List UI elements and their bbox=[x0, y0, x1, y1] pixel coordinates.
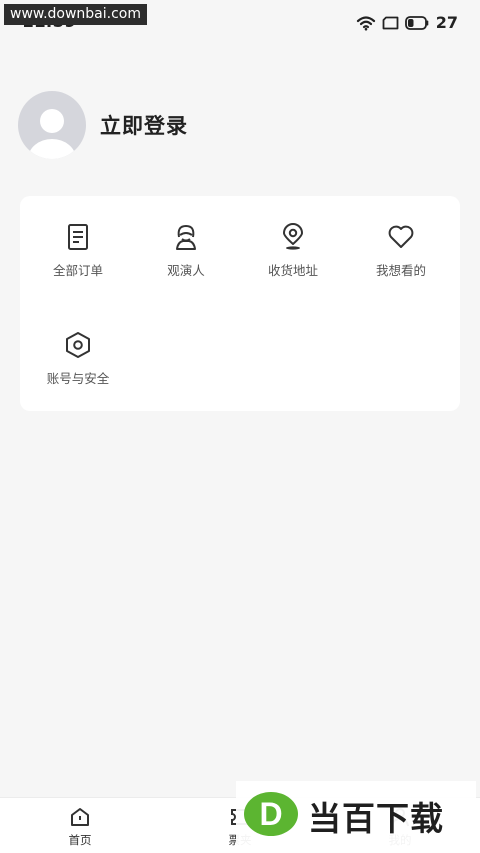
default-avatar-icon bbox=[28, 109, 76, 159]
watermark-overlay: D 当百下载 bbox=[236, 781, 476, 851]
menu-item-audience[interactable]: 观演人 bbox=[131, 196, 241, 286]
location-pin-icon bbox=[281, 222, 305, 252]
watermark-text: 当百下载 bbox=[308, 799, 444, 838]
menu-item-label: 观演人 bbox=[167, 263, 205, 278]
svg-text:D: D bbox=[259, 796, 282, 832]
sim-card-icon bbox=[382, 16, 399, 30]
battery-icon bbox=[404, 15, 429, 30]
watermark-logo-icon: D bbox=[242, 789, 300, 843]
menu-item-label: 收货地址 bbox=[267, 263, 318, 278]
tab-home[interactable]: 首页 bbox=[20, 798, 140, 853]
document-icon bbox=[67, 222, 89, 252]
menu-item-label: 全部订单 bbox=[52, 263, 103, 278]
menu-card: 全部订单 观演人 收货地址 我想看的 账号与安全 bbox=[20, 196, 460, 411]
status-icons: 27 bbox=[356, 13, 458, 32]
heart-icon bbox=[387, 222, 415, 252]
battery-level: 27 bbox=[435, 13, 458, 32]
login-header[interactable]: 立即登录 bbox=[18, 91, 188, 159]
status-bar: 11:59 www.downbai.com 27 bbox=[0, 0, 480, 44]
wifi-icon bbox=[356, 15, 376, 31]
menu-item-label: 我想看的 bbox=[375, 263, 426, 278]
menu-item-label: 账号与安全 bbox=[46, 371, 110, 386]
login-link[interactable]: 立即登录 bbox=[100, 110, 188, 140]
person-icon bbox=[174, 222, 198, 252]
menu-item-wishlist[interactable]: 我想看的 bbox=[346, 196, 456, 286]
home-icon bbox=[69, 806, 91, 828]
menu-item-address[interactable]: 收货地址 bbox=[238, 196, 348, 286]
site-watermark-label: www.downbai.com bbox=[4, 4, 147, 25]
hexagon-shield-icon bbox=[64, 330, 92, 360]
menu-item-orders[interactable]: 全部订单 bbox=[23, 196, 133, 286]
menu-item-account-security[interactable]: 账号与安全 bbox=[23, 304, 133, 394]
tab-label: 首页 bbox=[68, 833, 92, 847]
avatar[interactable] bbox=[18, 91, 86, 159]
